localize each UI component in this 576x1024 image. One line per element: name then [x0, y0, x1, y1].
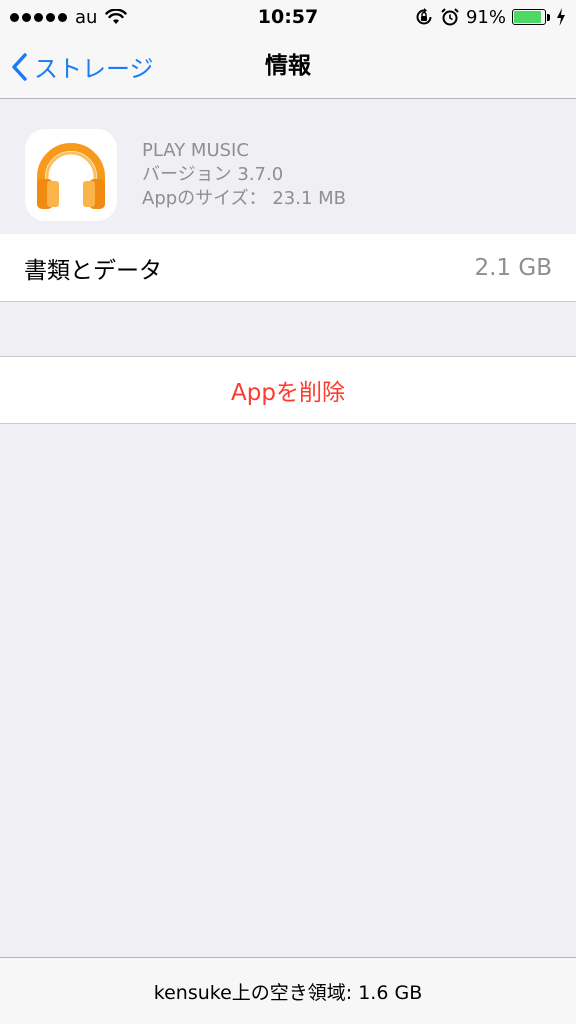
app-icon — [25, 129, 117, 221]
alarm-icon — [441, 8, 459, 26]
rotation-lock-icon — [416, 8, 432, 25]
signal-strength-icon — [10, 12, 67, 22]
app-name: PLAY MUSIC — [142, 140, 249, 161]
documents-value: 2.1 GB — [474, 254, 553, 281]
delete-app-button[interactable]: Appを削除 — [0, 356, 576, 424]
headphones-icon — [37, 143, 105, 209]
page-title: 情報 — [265, 53, 311, 79]
documents-and-data-row: 書類とデータ 2.1 GB — [0, 234, 576, 302]
wifi-icon — [105, 9, 128, 24]
charging-icon — [557, 8, 565, 26]
carrier-label: au — [75, 6, 98, 28]
app-details: PLAY MUSIC バージョン 3.7.0 Appのサイズ： 23.1 MB — [142, 139, 346, 211]
delete-app-label: Appを削除 — [231, 380, 345, 406]
app-version: バージョン 3.7.0 — [142, 164, 284, 185]
battery-percent: 91% — [465, 6, 506, 28]
footer-bar: kensuke上の空き領域: 1.6 GB — [0, 957, 576, 1024]
status-right: 91% — [414, 7, 566, 28]
free-space-label: kensuke上の空き領域: 1.6 GB — [153, 981, 423, 1004]
app-size: Appのサイズ： 23.1 MB — [142, 188, 347, 209]
status-bar: au 10:57 91% — [0, 0, 576, 34]
app-info-section: PLAY MUSIC バージョン 3.7.0 Appのサイズ： 23.1 MB — [0, 99, 576, 235]
navigation-bar: ストレージ 情報 — [0, 34, 576, 99]
documents-label: 書類とデータ — [24, 257, 162, 284]
status-left: au — [10, 6, 128, 28]
battery-icon — [512, 9, 550, 25]
